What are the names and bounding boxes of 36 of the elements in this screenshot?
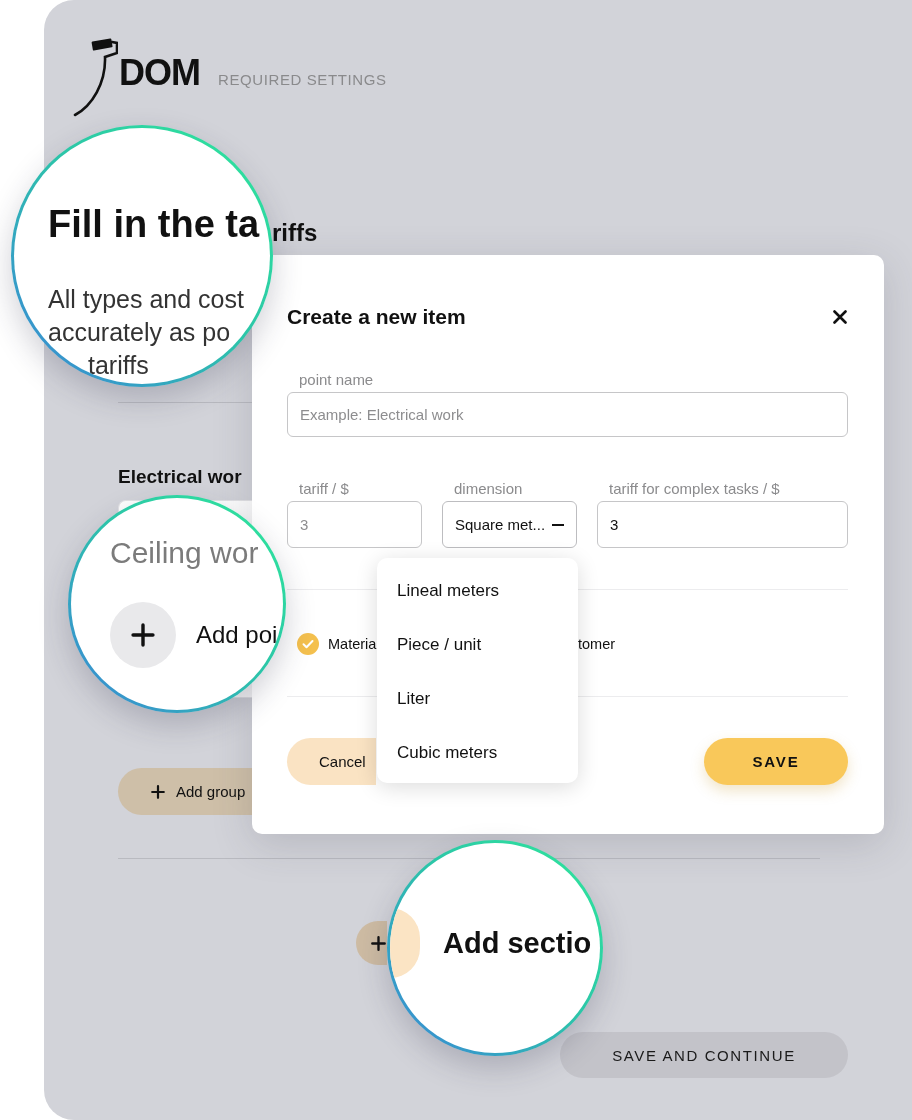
cancel-button[interactable]: Cancel <box>287 738 376 785</box>
dropdown-option[interactable]: Cubic meters <box>377 726 578 780</box>
dropdown-option[interactable]: Liter <box>377 672 578 726</box>
add-section-button[interactable] <box>356 921 387 965</box>
checkbox[interactable] <box>297 633 319 655</box>
add-label: Add sectio <box>443 926 592 960</box>
save-and-continue-button[interactable]: SAVE AND CONTINUE <box>560 1032 848 1078</box>
dropdown-select[interactable]: Square met... <box>442 501 577 548</box>
close-icon[interactable] <box>833 310 847 324</box>
field-label: tariff for complex tasks / $ <box>609 480 780 498</box>
add-label: Add poi <box>196 620 278 650</box>
group-name-text: Ceiling wor <box>110 535 259 571</box>
text-field[interactable]: 3 <box>287 501 422 548</box>
dropdown-option[interactable]: Lineal meters <box>377 564 578 618</box>
heading-text: Fill in the ta <box>48 202 260 246</box>
plus-icon <box>371 935 386 951</box>
text-field[interactable]: Example: Electrical work <box>287 392 848 437</box>
field-label: dimension <box>454 480 523 498</box>
paint-roller-icon <box>72 38 118 118</box>
minus-icon <box>552 523 564 526</box>
dropdown-option[interactable]: Piece / unit <box>377 618 578 672</box>
save-button[interactable]: SAVE <box>704 738 848 785</box>
plus-icon <box>151 784 165 799</box>
add-group-button[interactable]: Add group <box>118 768 252 815</box>
checkbox-label: Materia <box>328 635 377 653</box>
checkbox-label: tomer <box>578 635 616 653</box>
text-field[interactable]: 3 <box>597 501 848 548</box>
page-subtitle: REQUIRED SETTINGS <box>218 70 387 90</box>
plus-icon <box>131 623 155 647</box>
heading-text: riffs <box>272 221 318 245</box>
brand-logo-text: DOM <box>119 53 200 93</box>
field-label: point name <box>299 371 374 389</box>
dialog-title: Create a new item <box>287 304 466 330</box>
field-label: tariff / $ <box>299 480 349 498</box>
intro-paragraph: All types and cost accurately as po tariffs <box>48 284 244 381</box>
group-title: Electrical wor <box>118 465 242 489</box>
